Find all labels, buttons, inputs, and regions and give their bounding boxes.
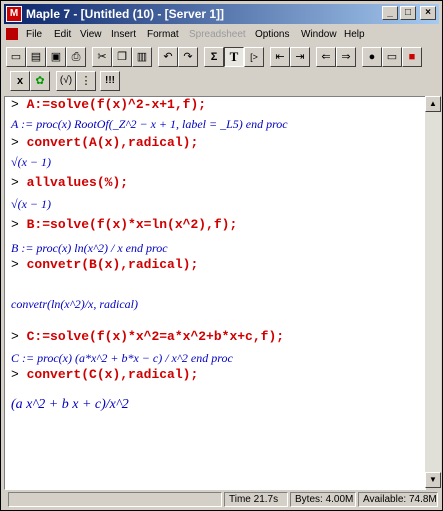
title-bar[interactable]: M Maple 7 - [Untitled (10) - [Server 1]]… [4, 4, 439, 24]
execute-all-button[interactable]: !!! [100, 71, 120, 91]
arrow-left-icon[interactable]: ⇐ [316, 47, 336, 67]
status-time: Time 21.7s [224, 492, 288, 507]
input-text: B:=solve(f(x)*x=ln(x^2),f); [26, 217, 238, 232]
prompt: > [11, 367, 19, 382]
prompt: > [11, 135, 19, 150]
menu-format[interactable]: Format [147, 29, 179, 40]
status-bar: Time 21.7s Bytes: 4.00M Available: 74.8M [4, 491, 439, 508]
maple-leaf-icon[interactable]: ✿ [30, 71, 50, 91]
sqrt-icon[interactable]: (√) [56, 71, 76, 91]
scroll-up-icon[interactable]: ▲ [425, 96, 441, 112]
menu-options[interactable]: Options [255, 29, 289, 40]
context-toolbar: x ✿ (√) ⋮ !!! [4, 69, 439, 91]
prompt: > [11, 217, 19, 232]
close-button[interactable]: × [420, 6, 436, 20]
new-file-icon[interactable]: ▭ [6, 47, 26, 67]
menu-window[interactable]: Window [301, 29, 337, 40]
prompt: > [11, 175, 19, 190]
menu-insert[interactable]: Insert [111, 29, 136, 40]
input-line-2[interactable]: > convert(A(x),radical); [11, 135, 198, 150]
redo-icon[interactable]: ↷ [178, 47, 198, 67]
text-input-button[interactable]: T [224, 47, 244, 67]
input-text: A:=solve(f(x)^2-x+1,f); [26, 97, 207, 112]
input-line-5[interactable]: > convetr(B(x),radical); [11, 257, 198, 272]
indent-left-icon[interactable]: ⇤ [270, 47, 290, 67]
output-line-6: C := proc(x) (a*x^2 + b*x − c) / x^2 end… [11, 351, 233, 365]
input-line-4[interactable]: > B:=solve(f(x)*x=ln(x^2),f); [11, 217, 237, 232]
minimize-button[interactable]: _ [382, 6, 398, 20]
copy-icon[interactable]: ❐ [112, 47, 132, 67]
input-line-1[interactable]: > A:=solve(f(x)^2-x+1,f); [11, 97, 206, 112]
x-variable-icon[interactable]: x [10, 71, 30, 91]
status-bytes: Bytes: 4.00M [290, 492, 356, 507]
output-line-7: (a x^2 + b x + c)/x^2 [11, 397, 129, 412]
open-file-icon[interactable]: ▤ [26, 47, 46, 67]
input-line-6[interactable]: > C:=solve(f(x)*x^2=a*x^2+b*x+c,f); [11, 329, 284, 344]
input-text: allvalues(%); [26, 175, 129, 190]
input-text: convert(A(x),radical); [26, 135, 199, 150]
vertical-scrollbar[interactable]: ▲ ▼ [425, 96, 441, 488]
input-text: convetr(B(x),radical); [26, 257, 199, 272]
restart-icon[interactable]: ▭ [382, 47, 402, 67]
input-line-7[interactable]: > convert(C(x),radical); [11, 367, 198, 382]
indent-right-icon[interactable]: ⇥ [290, 47, 310, 67]
insert-prompt-button[interactable]: [> [244, 47, 264, 67]
separator-icon[interactable]: ⋮ [76, 71, 96, 91]
paste-icon[interactable]: ▥ [132, 47, 152, 67]
document-icon[interactable] [6, 28, 18, 40]
status-message [8, 492, 222, 507]
prompt: > [11, 97, 19, 112]
menu-bar: File Edit View Insert Format Spreadsheet… [4, 26, 439, 44]
output-line-4: B := proc(x) ln(x^2) / x end proc [11, 241, 168, 255]
scroll-down-icon[interactable]: ▼ [425, 472, 441, 488]
prompt: > [11, 257, 19, 272]
output-line-3: √(x − 1) [11, 197, 52, 211]
window-title: Maple 7 - [Untitled (10) - [Server 1]] [26, 7, 225, 21]
maple-leaf-icon[interactable]: M [6, 6, 22, 22]
menu-edit[interactable]: Edit [54, 29, 71, 40]
input-line-3[interactable]: > allvalues(%); [11, 175, 128, 190]
math-input-button[interactable]: Σ [204, 47, 224, 67]
arrow-right-icon[interactable]: ⇒ [336, 47, 356, 67]
menu-view[interactable]: View [80, 29, 102, 40]
worksheet-area[interactable]: > A:=solve(f(x)^2-x+1,f); A := proc(x) R… [4, 96, 426, 490]
undo-icon[interactable]: ↶ [158, 47, 178, 67]
zoom-icon[interactable]: ● [362, 47, 382, 67]
stop-icon[interactable]: ■ [402, 47, 422, 67]
output-line-1: A := proc(x) RootOf(_Z^2 − x + 1, label … [11, 117, 288, 131]
output-line-2: √(x − 1) [11, 155, 52, 169]
menu-file[interactable]: File [26, 29, 42, 40]
main-toolbar: ▭ ▤ ▣ ⎙ ✂ ❐ ▥ ↶ ↷ Σ T [> ⇤ ⇥ ⇐ ⇒ ● ▭ ■ [4, 45, 439, 67]
print-icon[interactable]: ⎙ [66, 47, 86, 67]
input-text: C:=solve(f(x)*x^2=a*x^2+b*x+c,f); [26, 329, 285, 344]
output-line-5: convetr(ln(x^2)/x, radical) [11, 297, 139, 311]
menu-spreadsheet[interactable]: Spreadsheet [189, 29, 246, 40]
maple-window: M Maple 7 - [Untitled (10) - [Server 1]]… [0, 0, 443, 511]
prompt: > [11, 329, 19, 344]
save-icon[interactable]: ▣ [46, 47, 66, 67]
maximize-button[interactable]: □ [400, 6, 416, 20]
status-available: Available: 74.8M [358, 492, 438, 507]
input-text: convert(C(x),radical); [26, 367, 199, 382]
menu-help[interactable]: Help [344, 29, 365, 40]
cut-icon[interactable]: ✂ [92, 47, 112, 67]
